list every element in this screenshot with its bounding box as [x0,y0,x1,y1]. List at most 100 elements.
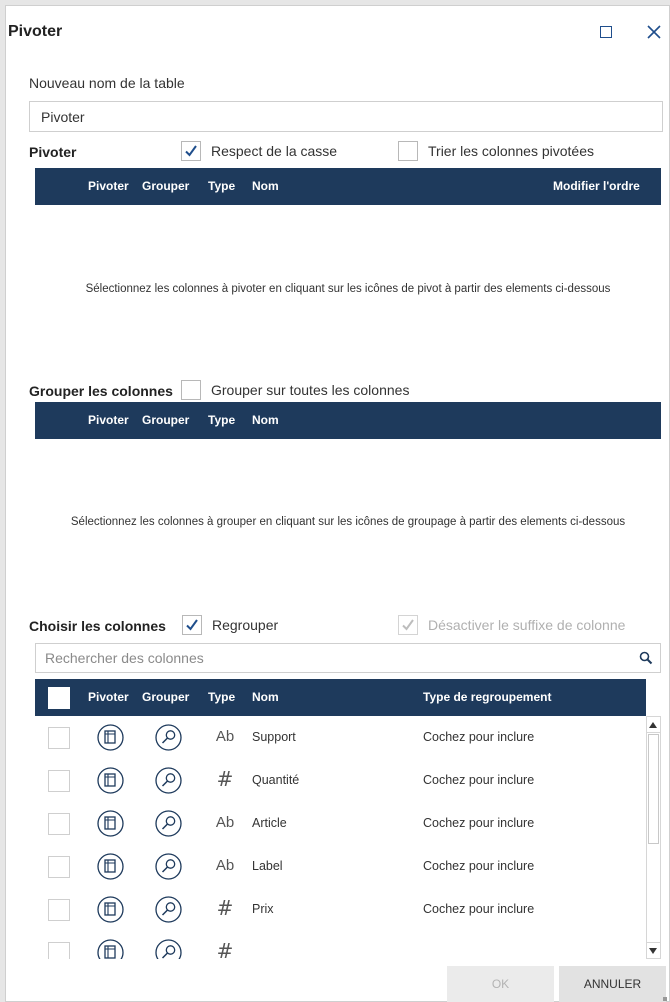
col-header-type: Type [208,179,236,193]
row-include-checkbox[interactable] [48,770,70,792]
group-section-label: Grouper les colonnes [29,383,173,399]
cancel-button[interactable]: ANNULER [559,966,666,1002]
column-name: Prix [252,902,274,916]
group-icon[interactable] [154,723,183,752]
scroll-thumb[interactable] [648,734,659,844]
col-header-pivot: Pivoter [88,179,129,193]
row-include-checkbox[interactable] [48,942,70,959]
row-include-checkbox[interactable] [48,813,70,835]
pivot-icon[interactable] [96,766,125,795]
column-name: Label [252,859,283,873]
checkmark-icon [185,145,197,157]
arrow-down-icon [649,948,657,954]
col-header-type: Type [208,690,236,704]
pivot-icon[interactable] [96,809,125,838]
case-sensitive-checkbox[interactable] [181,141,201,161]
col-header-type: Type [208,413,236,427]
resize-grip[interactable] [663,997,667,1001]
ok-button[interactable]: OK [447,966,554,1002]
col-header-name: Nom [252,179,279,193]
new-name-input[interactable] [29,101,663,132]
pivot-section-label: Pivoter [29,144,77,160]
new-name-label: Nouveau nom de la table [29,75,185,91]
type-icon: Ab [215,728,235,745]
table-row: # Quantité Cochez pour inclure [35,759,646,802]
type-icon: # [216,896,234,920]
maximize-button[interactable] [596,22,616,42]
pivot-empty-message: Sélectionnez les colonnes à pivoter en c… [85,283,611,295]
group-type-cell[interactable]: Cochez pour inclure [423,902,534,916]
col-header-pivot: Pivoter [88,690,129,704]
column-search-input[interactable] [36,644,626,672]
title-bar: Pivoter [6,6,669,58]
type-icon: Ab [215,814,235,831]
row-include-checkbox[interactable] [48,727,70,749]
group-type-cell[interactable]: Cochez pour inclure [423,730,534,744]
group-icon[interactable] [154,809,183,838]
arrow-up-icon [649,722,657,728]
disable-suffix-label: Désactiver le suffixe de colonne [428,617,626,633]
maximize-icon [600,26,612,38]
table-row: Ab Support Cochez pour inclure [35,716,646,759]
group-all-checkbox[interactable] [181,380,201,400]
columns-table-header: Pivoter Grouper Type Nom Type de regroup… [35,679,646,716]
regroup-checkbox[interactable] [182,615,202,635]
col-header-group: Grouper [142,690,190,704]
select-all-checkbox[interactable] [48,687,70,709]
choose-section-label: Choisir les colonnes [29,618,166,634]
sort-pivoted-label: Trier les colonnes pivotées [428,143,595,159]
close-button[interactable] [644,22,664,42]
group-type-cell[interactable]: Cochez pour inclure [423,773,534,787]
group-icon[interactable] [154,938,183,959]
group-icon[interactable] [154,895,183,924]
pivot-drop-area: Sélectionnez les colonnes à pivoter en c… [35,205,661,368]
group-type-cell[interactable]: Cochez pour inclure [423,816,534,830]
pivot-icon[interactable] [96,723,125,752]
col-header-group: Grouper [142,413,190,427]
col-header-name: Nom [252,690,279,704]
dialog-footer: OK ANNULER [6,961,669,1002]
col-header-group: Grouper [142,179,190,193]
column-name: Support [252,730,296,744]
row-include-checkbox[interactable] [48,899,70,921]
columns-table: Pivoter Grouper Type Nom Type de regroup… [35,679,646,959]
sort-pivoted-checkbox[interactable] [398,141,418,161]
column-search [35,643,661,673]
pivot-icon[interactable] [96,938,125,959]
pivot-icon[interactable] [96,852,125,881]
dialog-title: Pivoter [8,23,63,40]
table-row: # [35,931,646,959]
pivot-icon[interactable] [96,895,125,924]
column-name: Quantité [252,773,300,787]
group-all-label: Grouper sur toutes les colonnes [211,382,410,398]
group-drop-area: Sélectionnez les colonnes à grouper en c… [35,439,661,602]
disable-suffix-checkbox[interactable] [398,615,418,635]
col-header-name: Nom [252,413,279,427]
group-type-cell[interactable]: Cochez pour inclure [423,859,534,873]
close-icon [647,25,661,39]
columns-scrollbar[interactable] [646,716,661,959]
col-header-group-type: Type de regroupement [423,690,552,704]
checkmark-icon [402,619,414,631]
group-empty-message: Sélectionnez les colonnes à grouper en c… [70,516,626,528]
type-icon: Ab [215,857,235,874]
table-row: Ab Label Cochez pour inclure [35,845,646,888]
scroll-down-button[interactable] [647,942,660,958]
table-row: # Prix Cochez pour inclure [35,888,646,931]
col-header-reorder: Modifier l'ordre [553,179,640,193]
row-include-checkbox[interactable] [48,856,70,878]
col-header-pivot: Pivoter [88,413,129,427]
column-name: Article [252,816,287,830]
regroup-label: Regrouper [212,617,279,633]
pivot-table-header: Pivoter Grouper Type Nom Modifier l'ordr… [35,168,661,205]
checkmark-icon [186,619,198,631]
type-icon: # [216,939,234,959]
type-icon: # [216,767,234,791]
pivot-dialog: Pivoter Nouveau nom de la table Pivoter … [5,5,670,1002]
case-sensitive-label: Respect de la casse [211,143,338,159]
scroll-up-button[interactable] [647,717,660,733]
search-icon[interactable] [638,650,654,666]
group-icon[interactable] [154,852,183,881]
table-row: Ab Article Cochez pour inclure [35,802,646,845]
group-icon[interactable] [154,766,183,795]
